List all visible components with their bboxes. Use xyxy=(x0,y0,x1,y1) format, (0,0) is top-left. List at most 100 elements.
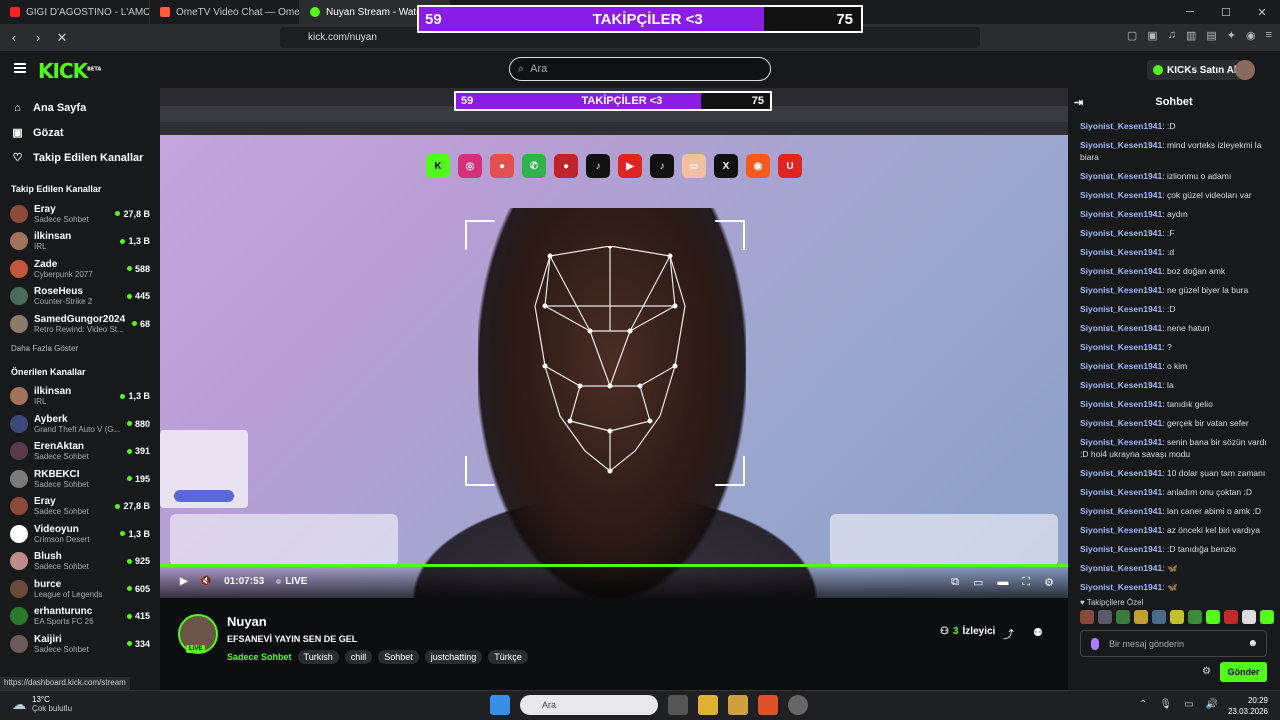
tag[interactable]: Türkçe xyxy=(488,650,528,664)
chat-username[interactable]: Siyonist_Kesen1941 xyxy=(1080,525,1162,535)
app-icon[interactable] xyxy=(788,695,808,715)
sidebar-channel[interactable]: RoseHeus Counter-Strike 2 445 xyxy=(0,283,160,311)
emote-icon[interactable] xyxy=(1188,610,1202,624)
tag[interactable]: chill xyxy=(344,650,373,664)
follow-user-icon[interactable]: ⚉ xyxy=(1033,626,1043,639)
sidebar-channel[interactable]: Ayberk Grand Theft Auto V (G... 880 xyxy=(0,410,160,438)
ai-icon[interactable]: ✦ xyxy=(1227,29,1236,42)
stop-loading-icon[interactable]: ✕ xyxy=(52,30,72,46)
chevron-up-icon[interactable]: ⌃ xyxy=(1139,699,1147,710)
tag[interactable]: Sohbet xyxy=(378,650,419,664)
chat-settings-icon[interactable]: ⚙ xyxy=(1202,666,1211,677)
emoji-icon[interactable]: ☻ xyxy=(1247,638,1258,649)
emote-icon[interactable] xyxy=(1098,610,1112,624)
weather-widget[interactable]: ☁ 13°C Çok bulutlu xyxy=(12,695,72,713)
chat-username[interactable]: Siyonist_Kesen1941 xyxy=(1080,418,1162,428)
stream-category[interactable]: Sadece Sohbet xyxy=(227,652,292,662)
chat-username[interactable]: Siyonist_Kesen1941 xyxy=(1080,361,1162,371)
minimize-icon[interactable]: ─ xyxy=(1172,0,1208,24)
chat-username[interactable]: Siyonist_Kesen1941 xyxy=(1080,399,1162,409)
emote-icon[interactable] xyxy=(1152,610,1166,624)
sidebar-icon[interactable]: ▥ xyxy=(1186,29,1196,42)
taskbar-search[interactable]: Ara xyxy=(520,695,658,715)
emote-icon[interactable] xyxy=(1260,610,1274,624)
clock[interactable]: 20:29 23.03.2026 xyxy=(1228,695,1268,717)
close-icon[interactable]: ✕ xyxy=(1244,0,1280,24)
sidebar-channel[interactable]: Eray Sadece Sohbet 27,8 B xyxy=(0,493,160,521)
sidebar-channel[interactable]: Eray Sadece Sohbet 27,8 B xyxy=(0,200,160,228)
chat-username[interactable]: Siyonist_Kesen1941 xyxy=(1080,342,1162,352)
task-view-icon[interactable] xyxy=(668,695,688,715)
share-icon[interactable]: ⤴ xyxy=(1003,626,1014,642)
kicks-buy-button[interactable]: KICKs Satın Al xyxy=(1147,60,1243,80)
menu-icon[interactable]: ≡ xyxy=(1266,29,1272,42)
video-player[interactable]: 59 TAKİPÇİLER <3 75 K ◎ ● ✆ ● ♪ ▶ ♪ ▭ X … xyxy=(160,88,1068,598)
sidebar-item-following[interactable]: ♡ Takip Edilen Kanallar xyxy=(0,145,160,170)
extension-icon[interactable]: ▣ xyxy=(1147,29,1157,42)
emote-icon[interactable] xyxy=(1116,610,1130,624)
play-icon[interactable]: ▶ xyxy=(180,576,188,587)
chat-username[interactable]: Siyonist_Kesen1941 xyxy=(1080,437,1162,447)
microphone-icon[interactable]: 🎙 xyxy=(1159,699,1172,710)
browser-tab[interactable]: OmeTV Video Chat — Omegle Rand xyxy=(150,0,300,24)
browser-tab[interactable]: GIGI D'AGOSTINO - L'AMOUR TO xyxy=(0,0,150,24)
sidebar-channel[interactable]: Zade Cyberpunk 2077 588 xyxy=(0,255,160,283)
volume-icon[interactable]: 🔊 xyxy=(1206,699,1218,710)
windows-start-icon[interactable] xyxy=(490,695,510,715)
chat-username[interactable]: Siyonist_Kesen1941 xyxy=(1080,582,1162,592)
emote-icon[interactable] xyxy=(1224,610,1238,624)
chat-username[interactable]: Siyonist_Kesen1941 xyxy=(1080,506,1162,516)
streamer-name[interactable]: Nuyan xyxy=(227,614,267,629)
chat-username[interactable]: Siyonist_Kesen1941 xyxy=(1080,304,1162,314)
sidebar-channel[interactable]: ilkinsan IRL 1,3 B xyxy=(0,228,160,256)
back-icon[interactable]: ‹ xyxy=(4,30,24,45)
sidebar-channel[interactable]: Videoyun Crimson Desert 1,3 B xyxy=(0,520,160,548)
chat-username[interactable]: Siyonist_Kesen1941 xyxy=(1080,171,1162,181)
settings-icon[interactable]: ⚙ xyxy=(1044,576,1054,589)
maximize-icon[interactable]: ☐ xyxy=(1208,0,1244,24)
sidebar-channel[interactable]: Kaijiri Sadece Sohbet 334 xyxy=(0,630,160,658)
sidebar-channel[interactable]: Blush Sadece Sohbet 925 xyxy=(0,548,160,576)
collapse-chat-icon[interactable]: ⇥ xyxy=(1074,96,1083,109)
search-input[interactable]: ⌕ Ara xyxy=(509,57,771,81)
chat-input[interactable]: Bir mesaj gönderin ☻ xyxy=(1080,630,1267,657)
extension-icon[interactable]: ▢ xyxy=(1127,29,1137,42)
chat-username[interactable]: Siyonist_Kesen1941 xyxy=(1080,563,1162,573)
show-more-link[interactable]: Daha Fazla Göster xyxy=(0,344,160,353)
chat-username[interactable]: Siyonist_Kesen1941 xyxy=(1080,247,1162,257)
chat-username[interactable]: Siyonist_Kesen1941 xyxy=(1080,140,1162,150)
sidebar-channel[interactable]: SamedGungor2024 Retro Rewind: Video St...… xyxy=(0,310,160,338)
folder-icon[interactable] xyxy=(728,695,748,715)
chat-username[interactable]: Siyonist_Kesen1941 xyxy=(1080,468,1162,478)
brave-browser-icon[interactable] xyxy=(758,695,778,715)
chat-username[interactable]: Siyonist_Kesen1941 xyxy=(1080,380,1162,390)
tag[interactable]: Turkish xyxy=(297,650,339,664)
file-explorer-icon[interactable] xyxy=(698,695,718,715)
sidebar-channel[interactable]: burce League of Legends 605 xyxy=(0,575,160,603)
chat-username[interactable]: Siyonist_Kesen1941 xyxy=(1080,544,1162,554)
emote-icon[interactable] xyxy=(1206,610,1220,624)
emote-icon[interactable] xyxy=(1134,610,1148,624)
emote-icon[interactable] xyxy=(1080,610,1094,624)
fullscreen-icon[interactable]: ⛶ xyxy=(1022,576,1030,589)
user-avatar[interactable] xyxy=(1235,60,1255,80)
chat-username[interactable]: Siyonist_Kesen1941 xyxy=(1080,228,1162,238)
sidebar-channel[interactable]: ilkinsan IRL 1,3 B xyxy=(0,383,160,411)
sidebar-channel[interactable]: erhanturunc EA Sports FC 26 415 xyxy=(0,603,160,631)
sidebar-item-home[interactable]: ⌂ Ana Sayfa xyxy=(0,95,160,120)
chat-username[interactable]: Siyonist_Kesen1941 xyxy=(1080,487,1162,497)
mute-icon[interactable]: 🔇 xyxy=(200,576,212,587)
music-icon[interactable]: ♫ xyxy=(1168,29,1176,42)
chat-username[interactable]: Siyonist_Kesen1941 xyxy=(1080,209,1162,219)
wallet-icon[interactable]: ▤ xyxy=(1206,29,1216,42)
vpn-icon[interactable]: ◉ xyxy=(1246,29,1256,42)
pip-icon[interactable]: ⧉ xyxy=(951,576,959,589)
hamburger-menu-icon[interactable] xyxy=(14,63,26,73)
network-icon[interactable]: ▭ xyxy=(1184,699,1193,710)
progress-bar[interactable] xyxy=(160,564,1068,567)
chat-username[interactable]: Siyonist_Kesen1941 xyxy=(1080,323,1162,333)
chat-username[interactable]: Siyonist_Kesen1941 xyxy=(1080,121,1162,131)
sidebar-item-browse[interactable]: ▣ Gözat xyxy=(0,120,160,145)
kick-logo[interactable]: KICKBETA xyxy=(38,59,101,83)
chat-username[interactable]: Siyonist_Kesen1941 xyxy=(1080,285,1162,295)
